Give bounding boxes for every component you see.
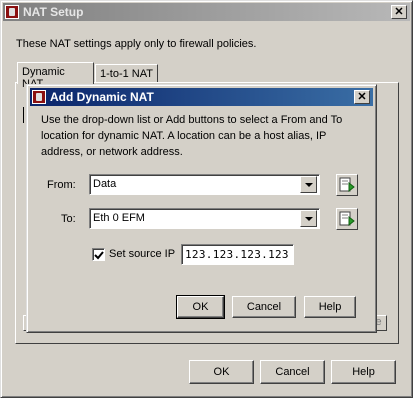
tab-1to1-nat[interactable]: 1-to-1 NAT bbox=[95, 64, 158, 82]
to-label: To: bbox=[61, 213, 76, 225]
dialog-description: Use the drop-down list or Add buttons to… bbox=[41, 114, 343, 158]
dialog-cancel-button[interactable]: Cancel bbox=[232, 296, 296, 318]
tab-label: 1-to-1 NAT bbox=[100, 68, 153, 80]
dialog-title: Add Dynamic NAT bbox=[50, 90, 154, 104]
close-window-button[interactable]: ✕ bbox=[391, 5, 407, 19]
nat-setup-titlebar: NAT Setup ✕ bbox=[3, 3, 410, 21]
nat-setup-window: NAT Setup ✕ These NAT settings apply onl… bbox=[0, 0, 413, 398]
outer-cancel-button[interactable]: Cancel bbox=[260, 360, 325, 384]
set-source-ip-checkbox[interactable] bbox=[92, 248, 105, 261]
source-ip-input[interactable]: 123.123.123.123 bbox=[181, 244, 294, 265]
to-select[interactable]: Eth 0 EFM bbox=[89, 208, 320, 229]
add-from-location-button[interactable] bbox=[336, 174, 358, 196]
firewall-app-icon bbox=[32, 90, 46, 104]
close-icon: ✕ bbox=[357, 91, 367, 103]
firewall-app-icon bbox=[5, 5, 19, 19]
from-select[interactable]: Data bbox=[89, 174, 320, 195]
chevron-down-icon[interactable] bbox=[300, 210, 317, 227]
close-icon: ✕ bbox=[394, 6, 404, 18]
add-dynamic-nat-dialog: Add Dynamic NAT ✕ Use the drop-down list… bbox=[26, 84, 377, 333]
add-location-icon bbox=[339, 177, 355, 193]
intro-text: These NAT settings apply only to firewal… bbox=[16, 38, 257, 50]
checkmark-icon bbox=[94, 251, 104, 260]
from-label: From: bbox=[47, 179, 76, 191]
tab-dynamic-nat[interactable]: Dynamic NAT bbox=[17, 62, 94, 90]
close-dialog-button[interactable]: ✕ bbox=[354, 90, 370, 104]
source-ip-value: 123.123.123.123 bbox=[185, 248, 289, 261]
dialog-ok-button[interactable]: OK bbox=[176, 295, 225, 319]
add-location-icon bbox=[339, 211, 355, 227]
chevron-down-icon[interactable] bbox=[300, 176, 317, 193]
from-value: Data bbox=[93, 178, 117, 190]
outer-help-button[interactable]: Help bbox=[331, 360, 396, 384]
dialog-titlebar: Add Dynamic NAT ✕ bbox=[30, 88, 373, 106]
outer-ok-button[interactable]: OK bbox=[189, 360, 254, 384]
window-title: NAT Setup bbox=[23, 5, 84, 19]
to-value: Eth 0 EFM bbox=[93, 212, 145, 224]
add-to-location-button[interactable] bbox=[336, 208, 358, 230]
set-source-ip-label: Set source IP bbox=[109, 248, 176, 260]
dialog-help-button[interactable]: Help bbox=[304, 296, 356, 318]
